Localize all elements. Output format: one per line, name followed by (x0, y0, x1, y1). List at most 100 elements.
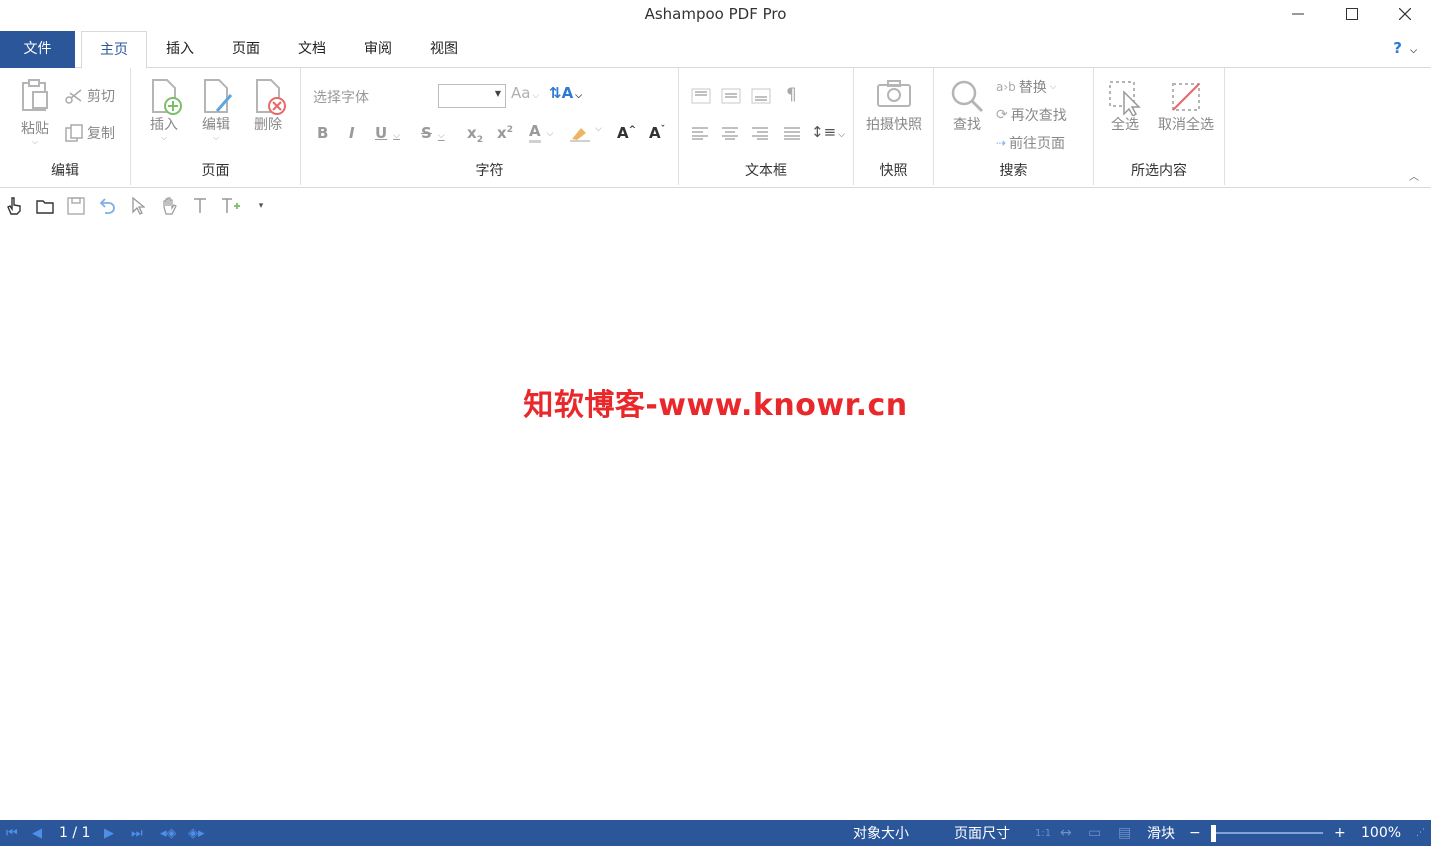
first-page-button[interactable]: ⏮ (6, 820, 18, 846)
minimize-button[interactable] (1271, 0, 1325, 28)
group-search-label: 搜索 (999, 163, 1028, 179)
fit-page-button[interactable]: ▭ (1088, 820, 1101, 846)
tab-document[interactable]: 文档 (282, 31, 342, 68)
justify-icon[interactable] (783, 126, 801, 140)
page-size-label: 页面尺寸 (954, 826, 1010, 842)
maximize-button[interactable] (1325, 0, 1379, 28)
underline-button[interactable]: U ⌵ (375, 124, 400, 142)
font-case-button[interactable]: Aa ⌵ (511, 84, 539, 102)
prev-page-button[interactable]: ◀ (32, 820, 42, 846)
goto-page-button[interactable]: ⇢ 前往页面 (996, 132, 1065, 154)
snapshot-label: 拍摄快照 (866, 117, 922, 133)
zoom-slider-thumb[interactable] (1211, 825, 1216, 842)
align-top-icon[interactable] (691, 88, 711, 104)
tab-insert[interactable]: 插入 (150, 31, 210, 68)
hand-pointer-button[interactable] (3, 194, 25, 218)
line-spacing-button[interactable]: ↕≡ ⌵ (811, 123, 845, 141)
customize-toolbar-button[interactable]: ▾ (250, 194, 272, 218)
save-button[interactable] (65, 194, 87, 218)
find-again-button[interactable]: ⟳ 再次查找 (996, 104, 1067, 126)
tab-view[interactable]: 视图 (414, 31, 474, 68)
select-all-label: 全选 (1111, 117, 1139, 133)
group-snapshot: 拍摄快照 快照 (854, 68, 934, 185)
superscript-icon: x2 (497, 124, 513, 142)
next-page-button[interactable]: ▶ (104, 820, 114, 846)
page-indicator[interactable]: 1 / 1 (59, 820, 90, 846)
font-family-select[interactable]: 选择字体 (313, 86, 369, 108)
history-back-button[interactable]: ◂◈ (160, 820, 177, 846)
align-left-icon[interactable] (691, 126, 709, 140)
chevron-down-icon: ⌵ (1049, 82, 1057, 92)
group-edit: 粘贴 ⌵ 剪切 复制 编辑 (0, 68, 131, 185)
highlight-button[interactable]: ⌵ (569, 124, 602, 146)
object-size-label: 对象大小 (853, 826, 909, 842)
chevron-down-icon: ⌵ (212, 133, 220, 142)
align-bottom-icon[interactable] (751, 88, 771, 104)
chevron-down-icon: ⌵ (838, 130, 845, 140)
zoom-out-button[interactable]: − (1189, 820, 1201, 846)
zoom-level[interactable]: 100% (1361, 820, 1401, 846)
last-page-button[interactable]: ⏭ (131, 820, 143, 846)
group-font: 选择字体 ▼ Aa ⌵ ⇅A ⌵ B I U ⌵ S ⌵ x2 x2 A ⌵ ⌵ A^ A… (301, 68, 679, 185)
cut-button[interactable]: 剪切 (64, 85, 115, 107)
save-icon (67, 197, 85, 215)
find-again-icon: ⟳ (996, 107, 1008, 123)
actual-size-button[interactable]: 1:1 (1035, 820, 1051, 846)
align-right-icon[interactable] (751, 126, 769, 140)
group-page: 插入 ⌵ 编辑 ⌵ 删除 页面 (131, 68, 301, 185)
tab-page[interactable]: 页面 (216, 31, 276, 68)
insert-page-label: 插入 (150, 117, 178, 133)
group-edit-label: 编辑 (51, 163, 79, 179)
resize-grip[interactable]: ⋰ (1416, 820, 1425, 846)
align-middle-icon[interactable] (721, 88, 741, 104)
history-forward-button[interactable]: ◈▸ (188, 820, 205, 846)
add-text-button[interactable] (220, 194, 242, 218)
align-center-icon[interactable] (721, 126, 739, 140)
two-page-button[interactable]: ▤ (1118, 820, 1131, 846)
help-button[interactable]: ? ⌵ (1393, 39, 1417, 57)
pan-tool-button[interactable] (158, 194, 180, 218)
paragraph-button[interactable]: ¶ (786, 85, 797, 105)
replace-button[interactable]: a›b 替换 ⌵ (996, 76, 1057, 98)
tab-review[interactable]: 审阅 (348, 31, 408, 68)
page-add-icon (152, 79, 182, 115)
close-icon (1399, 8, 1411, 20)
group-page-label: 页面 (201, 163, 230, 179)
snapshot-button[interactable]: 拍摄快照 (862, 78, 926, 134)
deselect-all-button[interactable]: 取消全选 (1154, 78, 1218, 134)
shrink-font-button[interactable]: Aˇ (649, 124, 665, 142)
superscript-button[interactable]: x2 (497, 124, 513, 142)
close-button[interactable] (1378, 0, 1431, 28)
fit-width-button[interactable]: ↔ (1060, 820, 1072, 846)
select-tool-button[interactable] (127, 194, 149, 218)
select-all-button[interactable]: 全选 (1100, 78, 1150, 134)
zoom-slider-track[interactable] (1211, 832, 1323, 834)
bold-button[interactable]: B (317, 124, 328, 142)
paste-button[interactable]: 粘贴 ⌵ (10, 78, 60, 146)
grow-font-button[interactable]: A^ (617, 124, 636, 142)
find-button[interactable]: 查找 (942, 78, 992, 134)
edit-page-button[interactable]: 编辑 ⌵ (191, 78, 241, 142)
font-size-select[interactable]: ▼ (438, 84, 506, 108)
tab-file[interactable]: 文件 (0, 31, 75, 68)
chevron-down-icon: ⌵ (393, 131, 401, 141)
undo-button[interactable] (96, 194, 118, 218)
title-bar: Ashampoo PDF Pro (0, 0, 1431, 30)
font-case-icon: Aa (511, 84, 531, 102)
subscript-button[interactable]: x2 (467, 124, 483, 145)
copy-button[interactable]: 复制 (64, 122, 115, 144)
strikethrough-button[interactable]: S ⌵ (421, 124, 445, 142)
italic-button[interactable]: I (349, 124, 355, 142)
collapse-ribbon-button[interactable]: ︿ (1409, 168, 1419, 183)
insert-page-button[interactable]: 插入 ⌵ (139, 78, 189, 142)
tab-home[interactable]: 主页 (81, 31, 147, 69)
fit-page-icon: ▭ (1088, 825, 1102, 841)
zoom-in-button[interactable]: + (1334, 820, 1346, 846)
text-direction-button[interactable]: ⇅A ⌵ (549, 84, 582, 102)
delete-page-button[interactable]: 删除 (243, 78, 293, 134)
text-tool-button[interactable] (189, 194, 211, 218)
open-button[interactable] (34, 194, 56, 218)
group-font-label: 字符 (475, 163, 504, 179)
font-color-button[interactable]: A ⌵ (529, 122, 553, 143)
history-forward-icon: ◈▸ (188, 825, 205, 841)
